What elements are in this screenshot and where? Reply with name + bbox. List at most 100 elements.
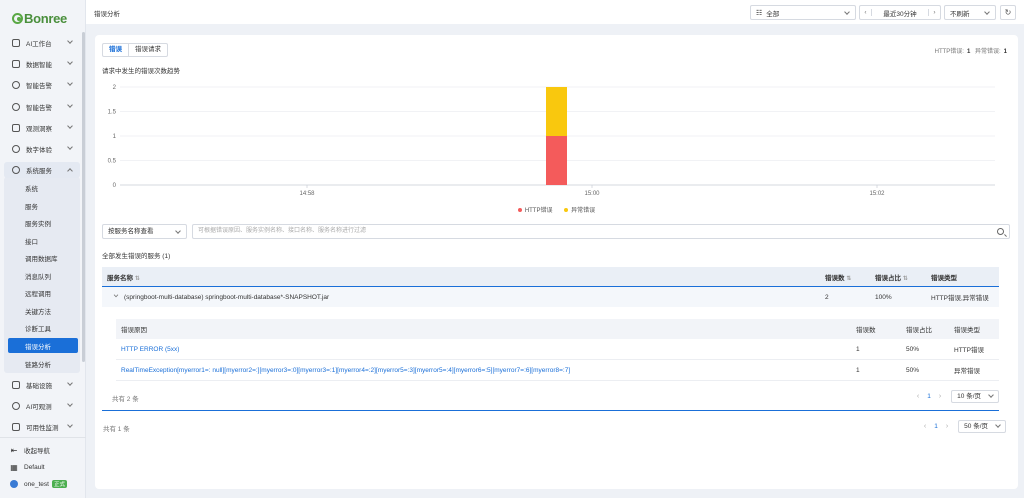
submenu-item-trace-analysis[interactable]: 链路分析	[8, 356, 78, 371]
table-header-row: 错误原因 错误数 错误占比 错误类型	[116, 319, 999, 339]
submenu-item-service-instance[interactable]: 服务实例	[8, 215, 78, 230]
group-by-select[interactable]: 按服务名称查看	[102, 224, 187, 239]
sidebar-item-smart-alert-2[interactable]: 智能告警	[4, 99, 80, 115]
time-range-picker[interactable]: ‹ 最近30分钟 ›	[859, 5, 941, 20]
sidebar-item-digital-experience[interactable]: 数字体验	[4, 141, 80, 157]
sidebar-item-infrastructure[interactable]: 基础设施	[4, 377, 80, 393]
submenu-label: 链路分析	[25, 361, 51, 369]
ai-observability-icon	[12, 402, 20, 410]
tab-error-requests[interactable]: 错误请求	[129, 44, 167, 56]
logo-text: Bonree	[24, 10, 67, 26]
column-label: 服务名称	[107, 274, 133, 282]
collapse-label: 收起导航	[24, 448, 50, 455]
sidebar-item-ai-observability[interactable]: AI可观测	[4, 398, 80, 414]
legend-item-http[interactable]: HTTP错误	[517, 208, 552, 214]
workspace-name: Default	[24, 463, 45, 471]
top-header: 错误分析 ☷ 全部 ‹ 最近30分钟 › 不刷新 ↻	[86, 0, 1024, 24]
chevron-down-icon	[844, 9, 850, 15]
sort-icon: ⇅	[902, 275, 908, 282]
submenu-item-service[interactable]: 服务	[8, 198, 78, 213]
error-count-cell: 2	[825, 293, 829, 301]
sidebar-item-label: 系统服务	[26, 168, 52, 175]
chevron-down-icon	[67, 401, 73, 407]
search-input[interactable]: 可根据错误原因、服务实例名称、接口名称、服务名称进行过滤	[192, 224, 1010, 239]
sidebar-item-label: AI工作台	[26, 41, 52, 48]
bonree-logo[interactable]: Bonree	[12, 10, 67, 26]
chevron-down-icon	[67, 59, 73, 65]
refresh-select[interactable]: 不刷新	[944, 5, 996, 20]
submenu-label: 服务实例	[25, 220, 51, 228]
chevron-down-icon	[995, 422, 1001, 428]
y-tick-label: 0.5	[108, 159, 117, 165]
submenu-item-interface[interactable]: 接口	[8, 233, 78, 248]
chart-legend: HTTP错误 异常错误	[95, 205, 1018, 214]
tab-errors[interactable]: 错误	[103, 44, 129, 56]
sidebar-item-ai-workbench[interactable]: AI工作台	[4, 35, 80, 51]
data-intelligence-icon	[12, 60, 20, 68]
env-select[interactable]: ☷ 全部	[750, 5, 856, 20]
sidebar-item-availability[interactable]: 可用性监测	[4, 419, 80, 435]
error-type-cell: 异常错误	[954, 368, 980, 375]
sidebar-item-label: 数据智能	[26, 62, 52, 69]
user-name: one_test	[24, 480, 49, 488]
refresh-icon: ↻	[1004, 8, 1012, 17]
legend-swatch	[517, 208, 522, 213]
sidebar-item-smart-alert[interactable]: 智能告警	[4, 77, 80, 93]
next-page-icon[interactable]: ›	[946, 423, 948, 430]
page-size-select[interactable]: 50 条/页	[958, 420, 1006, 433]
error-reason-link[interactable]: HTTP ERROR (5xx)	[121, 346, 179, 353]
table-row[interactable]: (springboot-multi-database) springboot-m…	[102, 287, 999, 307]
x-tick-label: 14:58	[299, 191, 315, 197]
observability-icon	[12, 124, 20, 132]
user-menu[interactable]: one_test 正式	[10, 477, 67, 491]
legend-item-exception[interactable]: 异常错误	[564, 208, 595, 214]
service-name: (springboot-multi-database) springboot-m…	[124, 294, 330, 301]
sidebar-item-observability[interactable]: 观测洞察	[4, 120, 80, 136]
column-header-service-name[interactable]: 服务名称 ⇅	[102, 272, 825, 282]
current-page[interactable]: 1	[927, 393, 931, 400]
error-counts: HTTP错误: 1 异常错误: 1	[935, 46, 1010, 55]
prev-page-icon[interactable]: ‹	[924, 423, 926, 430]
sidebar-scrollbar[interactable]	[82, 32, 85, 362]
next-page-icon[interactable]: ›	[939, 393, 941, 400]
submenu-item-database-call[interactable]: 调用数据库	[8, 250, 78, 265]
infrastructure-icon	[12, 381, 20, 389]
service-section-title: 全部发生错误的服务 (1)	[102, 253, 171, 260]
sidebar-item-system-service[interactable]: 系统服务	[4, 162, 80, 178]
submenu-item-diagnostic-tool[interactable]: 诊断工具	[8, 320, 78, 335]
expand-icon[interactable]	[113, 292, 119, 298]
error-reason-link[interactable]: RealTimeException[myerror1=: null][myerr…	[121, 367, 570, 374]
sidebar: Bonree AI工作台 数据智能 智能告警 智能告警 观测洞察 数字体验 系统…	[0, 0, 86, 498]
submenu-label: 调用数据库	[25, 255, 58, 263]
submenu-item-remote-call[interactable]: 远程调用	[8, 285, 78, 300]
submenu-item-message-queue[interactable]: 消息队列	[8, 268, 78, 283]
y-tick-label: 1.5	[108, 110, 117, 116]
collapse-nav-button[interactable]: ⇤ 收起导航	[10, 443, 50, 457]
column-header-error-count[interactable]: 错误数 ⇅	[825, 272, 875, 282]
time-range-value: 最近30分钟	[883, 10, 917, 18]
current-page[interactable]: 1	[934, 423, 938, 430]
error-count-cell: 1	[856, 366, 860, 374]
chevron-down-icon	[67, 123, 73, 129]
submenu-item-system[interactable]: 系统	[8, 180, 78, 195]
column-header-error-type: 错误类型	[931, 274, 957, 282]
submenu-item-error-analysis[interactable]: 错误分析	[8, 338, 78, 353]
prev-page-icon[interactable]: ‹	[917, 393, 919, 400]
prev-time-icon[interactable]: ‹	[860, 9, 872, 16]
page-size-select[interactable]: 10 条/页	[951, 390, 999, 403]
refresh-button[interactable]: ↻	[1000, 5, 1016, 20]
search-icon[interactable]	[997, 228, 1004, 235]
submenu-item-key-method[interactable]: 关键方法	[8, 303, 78, 318]
sidebar-item-label: 数字体验	[26, 147, 52, 154]
y-tick-label: 2	[113, 85, 117, 91]
availability-icon	[12, 423, 20, 431]
next-time-icon[interactable]: ›	[928, 9, 940, 16]
collapse-icon: ⇤	[10, 445, 18, 455]
ai-workbench-icon	[12, 39, 20, 47]
workspace-switcher[interactable]: ▦ Default	[10, 460, 45, 474]
group-by-value: 按服务名称查看	[108, 228, 154, 235]
column-header-error-ratio[interactable]: 错误占比 ⇅	[875, 272, 931, 282]
sidebar-item-label: 可用性监测	[26, 425, 59, 432]
sidebar-item-data-intelligence[interactable]: 数据智能	[4, 56, 80, 72]
submenu-label: 错误分析	[25, 343, 51, 351]
